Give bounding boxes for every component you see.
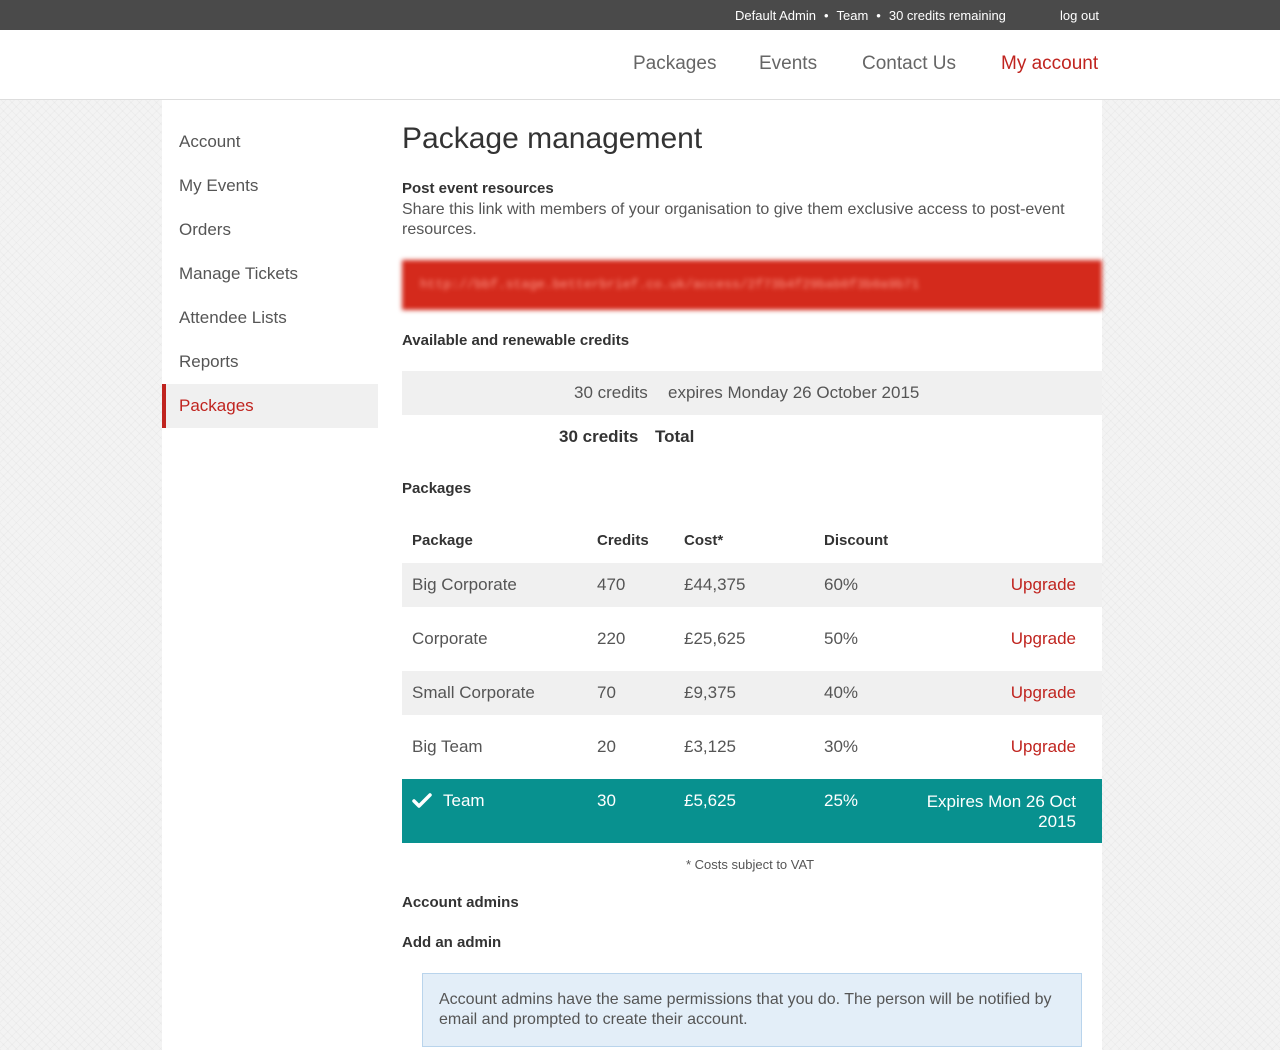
separator: • <box>876 8 881 23</box>
table-row: Big Team 20 £3,125 30% Upgrade <box>402 715 1102 769</box>
package-name: Small Corporate <box>412 683 535 702</box>
package-credits: 220 <box>597 629 626 648</box>
admin-info-box: Account admins have the same permissions… <box>422 973 1082 1047</box>
table-row: Big Corporate 470 £44,375 60% Upgrade <box>402 563 1102 607</box>
sidebar-item-packages[interactable]: Packages <box>162 384 378 428</box>
table-row: Small Corporate 70 £9,375 40% Upgrade <box>402 671 1102 715</box>
package-cost: £44,375 <box>684 575 746 594</box>
sidebar-item-attendee-lists[interactable]: Attendee Lists <box>162 296 378 340</box>
package-discount: 50% <box>824 629 859 648</box>
credits-remaining: 30 credits remaining <box>888 8 1006 23</box>
package-expiry: Expires Mon 26 Oct 2015 <box>927 792 1076 832</box>
total-credit-amount: 30 credits <box>559 427 639 446</box>
nav-events[interactable]: Events <box>759 53 817 75</box>
nav-packages[interactable]: Packages <box>633 53 716 75</box>
package-expiry-line2: 2015 <box>1038 812 1076 831</box>
column-header-discount: Discount <box>824 532 889 549</box>
credit-amount: 30 credits <box>574 383 648 402</box>
check-icon <box>412 793 432 808</box>
add-admin-heading: Add an admin <box>402 934 502 951</box>
package-name: Team <box>443 791 485 810</box>
nav-my-account[interactable]: My account <box>1001 53 1098 75</box>
package-cost: £25,625 <box>684 629 746 648</box>
column-header-credits: Credits <box>597 532 649 549</box>
credits-heading: Available and renewable credits <box>402 332 630 349</box>
site-header: Packages Events Contact Us My account <box>0 30 1280 100</box>
column-header-package: Package <box>412 532 473 549</box>
credit-row: 30 credits expires Monday 26 October 201… <box>402 371 1102 415</box>
credit-expiry: expires Monday 26 October 2015 <box>668 383 920 402</box>
post-event-description: Share this link with members of your org… <box>402 201 1065 238</box>
package-name: Corporate <box>412 629 488 648</box>
package-discount: 40% <box>824 683 859 702</box>
upgrade-link[interactable]: Upgrade <box>1011 737 1076 757</box>
sidebar-item-manage-tickets[interactable]: Manage Tickets <box>162 252 378 296</box>
user-info: Default Admin • Team • 30 credits remaining <box>735 8 1006 23</box>
sidebar: Account My Events Orders Manage Tickets … <box>162 120 378 428</box>
separator: • <box>823 8 829 23</box>
column-header-cost: Cost* <box>684 532 724 549</box>
user-name: Default Admin <box>735 8 816 23</box>
upgrade-link[interactable]: Upgrade <box>1011 575 1076 595</box>
sidebar-item-account[interactable]: Account <box>162 120 378 164</box>
sidebar-item-orders[interactable]: Orders <box>162 208 378 252</box>
post-event-heading: Post event resources <box>402 180 554 197</box>
table-header: Package Credits Cost* Discount <box>402 519 1102 563</box>
resource-link-box[interactable]: http://bbf.stage.betterbrief.co.uk/acces… <box>402 260 1102 310</box>
package-cost: £5,625 <box>684 791 736 810</box>
credit-total-row: 30 credits Total <box>402 415 1102 459</box>
package-credits: 470 <box>597 575 626 594</box>
package-cost: £3,125 <box>684 737 736 756</box>
team-name: Team <box>836 8 869 23</box>
upgrade-link[interactable]: Upgrade <box>1011 683 1076 703</box>
top-bar: Default Admin • Team • 30 credits remaining … <box>0 0 1280 30</box>
package-credits: 30 <box>597 791 616 810</box>
package-discount: 30% <box>824 737 859 756</box>
page-title: Package management <box>402 122 703 155</box>
package-discount: 60% <box>824 575 859 594</box>
sidebar-item-reports[interactable]: Reports <box>162 340 378 384</box>
package-credits: 70 <box>597 683 616 702</box>
package-name: Big Team <box>412 737 483 756</box>
sidebar-item-my-events[interactable]: My Events <box>162 164 378 208</box>
nav-contact-us[interactable]: Contact Us <box>862 53 956 75</box>
upgrade-link[interactable]: Upgrade <box>1011 629 1076 649</box>
table-row: Corporate 220 £25,625 50% Upgrade <box>402 607 1102 661</box>
packages-heading: Packages <box>402 480 472 497</box>
package-credits: 20 <box>597 737 616 756</box>
current-package-row: Team 30 £5,625 25% Expires Mon 26 Oct 201… <box>402 779 1102 843</box>
packages-table: Package Credits Cost* Discount Big Corpo… <box>402 519 1102 843</box>
logout-link[interactable]: log out <box>1060 8 1099 23</box>
account-admins-heading: Account admins <box>402 894 519 911</box>
package-discount: 25% <box>824 791 859 810</box>
content-panel: Account My Events Orders Manage Tickets … <box>162 100 1102 1050</box>
package-name: Big Corporate <box>412 575 517 594</box>
package-expiry-line1: Expires Mon 26 Oct <box>926 792 1076 811</box>
package-cost: £9,375 <box>684 683 736 702</box>
total-label: Total <box>655 427 695 446</box>
vat-note: * Costs subject to VAT <box>686 857 815 872</box>
